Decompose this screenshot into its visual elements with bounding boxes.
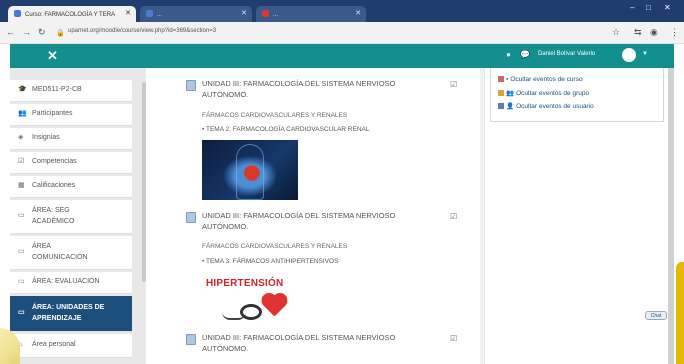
- topic-label: TEMA 2: FARMACOLOGÍA CARDIOVASCULAR RENA…: [205, 126, 370, 133]
- browser-tab-bar: Curso: FARMACOLOGÍA Y TERA ✕ ... ✕ ... ✕…: [0, 0, 684, 22]
- user-event-color-icon: [498, 103, 504, 109]
- sidebar-item-course[interactable]: 🎓 MED511-P2-CB: [10, 80, 132, 102]
- tab-favicon-icon: [146, 10, 153, 17]
- sidebar-item-label: MED511-P2-CB: [32, 86, 82, 94]
- chat-button[interactable]: Chat: [645, 311, 667, 320]
- sidebar-item-label: ÁREA: EVALUACIÓN: [32, 278, 100, 286]
- page-resource-icon: [186, 80, 196, 91]
- table-icon: ▦: [18, 182, 25, 190]
- cardiovascular-image: [202, 140, 298, 200]
- topic-item[interactable]: • TEMA 3: FÁRMACOS ANTIHIPERTENSIVOS: [202, 258, 338, 265]
- hide-course-events-link[interactable]: ▪ Ocultar eventos de curso: [498, 76, 583, 83]
- folder-icon: ▭: [18, 212, 25, 220]
- sidebar-item-label: Calificaciones: [32, 182, 76, 190]
- address-bar: ← → ↻ 🔒 uparnet.org/moodle/course/view.p…: [0, 22, 684, 44]
- unit-subheading: FÁRMACOS CARDIOVASCULARES Y RENALES: [202, 243, 348, 250]
- sidebar-item-badges[interactable]: ◈ Insignias: [10, 128, 132, 150]
- back-icon[interactable]: ←: [6, 27, 15, 37]
- avatar[interactable]: [622, 48, 636, 62]
- hypertension-image: HIPERTENSIÓN: [202, 274, 298, 328]
- sidebar-item-participants[interactable]: 👥 Participantes: [10, 104, 132, 126]
- user-icon: 👤: [506, 103, 515, 110]
- topic-item[interactable]: • TEMA 2: FARMACOLOGÍA CARDIOVASCULAR RE…: [202, 126, 369, 133]
- unit-link[interactable]: UNIDAD III: FARMACOLOGÍA DEL SISTEMA NER…: [202, 210, 430, 233]
- notifications-icon[interactable]: ●: [506, 50, 511, 59]
- sidebar-item-label: ÁREA COMUNICACIÓN: [32, 243, 88, 261]
- folder-icon: ▭: [18, 309, 25, 317]
- page-resource-icon: [186, 334, 196, 345]
- heart-icon: [262, 294, 288, 318]
- sidebar-item-label: Participantes: [32, 110, 73, 118]
- unit-subheading: FÁRMACOS CARDIOVASCULARES Y RENALES: [202, 112, 348, 119]
- close-drawer-icon[interactable]: ✕: [47, 48, 58, 64]
- moodle-favicon-icon: [14, 10, 21, 17]
- profile-icon[interactable]: ◉: [650, 27, 658, 38]
- sidebar-item-evaluacion[interactable]: ▭ ÁREA: EVALUACIÓN: [10, 272, 132, 294]
- close-window-icon[interactable]: ✕: [664, 3, 671, 12]
- sidebar-item-seg-academico[interactable]: ▭ ÁREA: SEG ACADÉMICO: [10, 200, 132, 234]
- lock-icon: 🔒: [56, 30, 65, 37]
- extensions-icon[interactable]: ⇆: [634, 27, 642, 38]
- moodle-navbar: ✕ ● 💬 Daniel Bolívar Valerio ▼: [10, 44, 674, 68]
- graduation-cap-icon: 🎓: [18, 86, 27, 94]
- sidebar-item-area-personal[interactable]: ⌂ Área personal: [10, 334, 132, 358]
- tab-label: ...: [273, 12, 279, 18]
- browser-tab-active[interactable]: Curso: FARMACOLOGÍA Y TERA ✕: [8, 6, 136, 22]
- users-icon: 👥: [18, 110, 27, 118]
- close-tab-icon[interactable]: ✕: [355, 9, 361, 17]
- unit-link[interactable]: UNIDAD III: FARMACOLOGÍA DEL SISTEMA NER…: [202, 332, 430, 355]
- unit-link[interactable]: UNIDAD III: FARMACOLOGÍA DEL SISTEMA NER…: [202, 78, 430, 101]
- forward-icon[interactable]: →: [22, 27, 31, 37]
- close-tab-icon[interactable]: ✕: [125, 9, 131, 17]
- sidebar-item-label: Insignias: [32, 134, 60, 142]
- chevron-down-icon[interactable]: ▼: [642, 51, 648, 57]
- hide-group-events-link[interactable]: 👥 Ocultar eventos de grupo: [498, 89, 589, 97]
- minimize-icon[interactable]: –: [630, 3, 634, 12]
- tab-label: Curso: FARMACOLOGÍA Y TERA: [25, 12, 116, 18]
- course-icon: ▪: [506, 76, 509, 83]
- page-resource-icon: [186, 212, 196, 223]
- topic-label: TEMA 3: FÁRMACOS ANTIHIPERTENSIVOS: [205, 258, 339, 265]
- close-tab-icon[interactable]: ✕: [241, 9, 247, 17]
- folder-icon: ▭: [18, 278, 25, 286]
- sidebar-item-label: Área personal: [32, 341, 76, 349]
- folder-icon: ▭: [18, 248, 25, 256]
- sidebar-item-grades[interactable]: ▦ Calificaciones: [10, 176, 132, 198]
- check-icon: ☑: [18, 158, 25, 166]
- course-event-color-icon: [498, 76, 504, 82]
- browser-tab-2[interactable]: ... ✕: [140, 6, 252, 22]
- sidebar-item-unidades[interactable]: ▭ ÁREA: UNIDADES DE APRENDIZAJE: [10, 296, 132, 332]
- messages-icon[interactable]: 💬: [520, 50, 530, 59]
- badge-icon: ◈: [18, 134, 24, 142]
- hide-user-events-link[interactable]: 👤 Ocultar eventos de usuario: [498, 102, 594, 110]
- hypertension-title: HIPERTENSIÓN: [206, 278, 284, 289]
- sidebar-item-label: ÁREA: SEG ACADÉMICO: [32, 207, 75, 225]
- event-label: Ocultar eventos de usuario: [516, 103, 594, 110]
- tab-label: ...: [157, 12, 163, 18]
- event-label: Ocultar eventos de grupo: [516, 90, 590, 97]
- group-icon: 👥: [506, 90, 515, 97]
- sidebar-item-comunicacion[interactable]: ▭ ÁREA COMUNICACIÓN: [10, 236, 132, 270]
- sidebar-item-competencies[interactable]: ☑ Competencias: [10, 152, 132, 174]
- completion-checkbox[interactable]: ☑: [450, 334, 457, 343]
- event-label: Ocultar eventos de curso: [510, 76, 583, 83]
- star-icon[interactable]: ☆: [612, 27, 620, 38]
- completion-checkbox[interactable]: ☑: [450, 212, 457, 221]
- sidebar-item-label: ÁREA: UNIDADES DE APRENDIZAJE: [32, 304, 105, 322]
- sidebar-item-label: Competencias: [32, 158, 77, 166]
- chat-label: Chat: [650, 313, 662, 319]
- maximize-icon[interactable]: □: [646, 3, 651, 12]
- group-event-color-icon: [498, 90, 504, 96]
- completion-checkbox[interactable]: ☑: [450, 80, 457, 89]
- reload-icon[interactable]: ↻: [38, 27, 46, 38]
- url-field[interactable]: uparnet.org/moodle/course/view.php?id=36…: [68, 28, 216, 34]
- browser-tab-3[interactable]: ... ✕: [256, 6, 366, 22]
- tab-favicon-icon: [262, 10, 269, 17]
- human-figure-shape: [236, 144, 264, 200]
- blood-pressure-cuff-icon: [240, 304, 262, 320]
- decorative-edge: [676, 262, 684, 364]
- page-scrollbar[interactable]: [668, 68, 674, 364]
- user-name[interactable]: Daniel Bolívar Valerio: [538, 51, 595, 57]
- menu-icon[interactable]: ⋮: [670, 27, 679, 38]
